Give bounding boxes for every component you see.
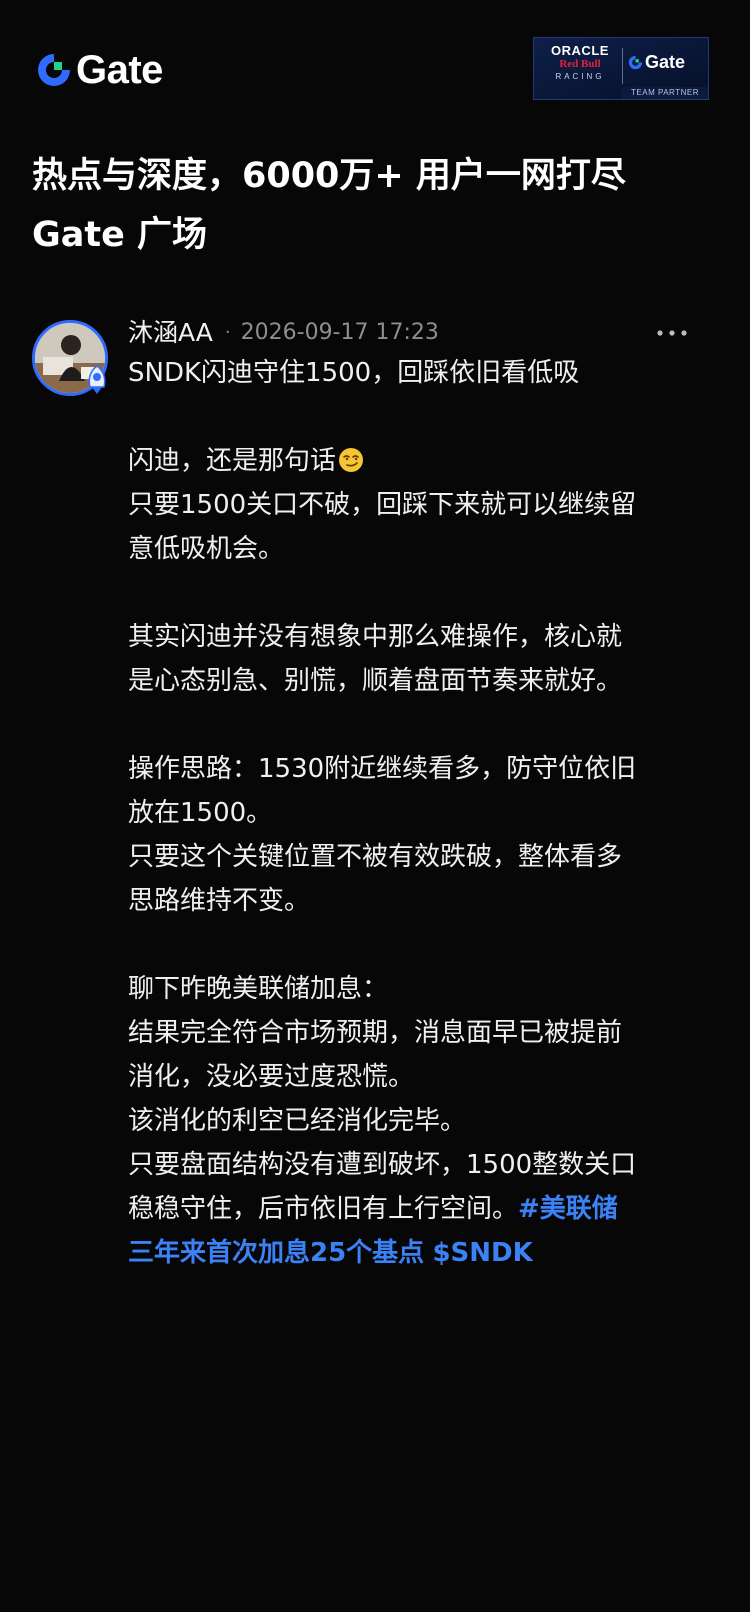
- post-body: SNDK闪迪守住1500，回踩依旧看低吸 闪迪，还是那句话 只要1500关口不破…: [128, 351, 728, 1275]
- post-blank-line: [128, 703, 728, 747]
- headline-line-2: Gate 广场: [32, 215, 208, 255]
- badge-gate-text: Gate: [645, 52, 686, 72]
- gate-logo-text: Gate: [76, 48, 163, 92]
- post-line: 聊下昨晚美联储加息：: [128, 974, 389, 1004]
- post-line: 闪迪，还是那句话: [128, 439, 728, 483]
- post-line: 其实闪迪并没有想象中那么难操作，核心就: [128, 622, 623, 652]
- post-line-text: 闪迪，还是那句话: [128, 446, 337, 476]
- more-horizontal-icon: [657, 330, 687, 336]
- headline-line-1: 热点与深度，6000万+ 用户一网打尽: [32, 156, 626, 196]
- post-line: 意低吸机会。: [128, 534, 285, 564]
- post-line: 稳稳守住，后市依旧有上行空间。#美联储: [128, 1187, 728, 1231]
- more-options-button[interactable]: [652, 315, 692, 351]
- post-meta: 沐涵AA · 2026-09-17 17:23: [128, 315, 439, 351]
- post-blank-line: [128, 923, 728, 967]
- ticker-link[interactable]: $SNDK: [432, 1238, 532, 1268]
- post-line: 思路维持不变。: [128, 886, 311, 916]
- smirking-face-icon: [339, 448, 364, 472]
- meta-separator: ·: [224, 322, 231, 343]
- gate-logo[interactable]: Gate: [36, 48, 163, 92]
- author-name[interactable]: 沐涵AA: [128, 315, 213, 351]
- gate-logo-icon: [628, 55, 643, 69]
- post-line: 操作思路：1530附近继续看多，防守位依旧: [128, 754, 637, 784]
- post-blank-line: [128, 571, 728, 615]
- post-line-text: 稳稳守住，后市依旧有上行空间。: [128, 1194, 519, 1224]
- post-line: SNDK闪迪守住1500，回踩依旧看低吸: [128, 358, 580, 388]
- gate-logo-icon: [38, 54, 70, 86]
- redbull-wordmark: Red Bull: [559, 58, 601, 70]
- post-line: 三年来首次加息25个基点 $SNDK: [128, 1231, 728, 1275]
- hashtag-link[interactable]: #美联储: [518, 1194, 618, 1224]
- post-line: 消化，没必要过度恐慌。: [128, 1062, 415, 1092]
- oracle-wordmark: ORACLE: [551, 43, 609, 58]
- team-partner-label: TEAM PARTNER: [622, 87, 708, 99]
- post-line: 该消化的利空已经消化完毕。: [128, 1106, 467, 1136]
- rocket-badge-icon: [88, 365, 106, 394]
- post-blank-line: [128, 395, 728, 439]
- oracle-redbull-racing-logo: ORACLE Red Bull RACING: [542, 44, 618, 83]
- racing-wordmark: RACING: [555, 72, 605, 81]
- post-timestamp: 2026-09-17 17:23: [240, 320, 439, 345]
- post-line: 结果完全符合市场预期，消息面早已被提前: [128, 1018, 623, 1048]
- post-line: 只要盘面结构没有遭到破坏，1500整数关口: [128, 1150, 637, 1180]
- post-line: 放在1500。: [128, 798, 273, 828]
- team-partner-badge: ORACLE Red Bull RACING Gate TEAM PARTNER: [533, 37, 709, 100]
- post-line: 是心态别急、别慌，顺着盘面节奏来就好。: [128, 666, 623, 696]
- badge-divider: [622, 48, 623, 84]
- hashtag-link-continued[interactable]: 三年来首次加息25个基点: [128, 1238, 424, 1268]
- badge-gate-logo: Gate: [628, 52, 685, 72]
- page-headline: 热点与深度，6000万+ 用户一网打尽 Gate 广场: [32, 147, 722, 265]
- app-header: Gate ORACLE Red Bull RACING Gate TEAM PA…: [0, 0, 750, 140]
- post-line: 只要1500关口不破，回踩下来就可以继续留: [128, 490, 637, 520]
- post-line: 只要这个关键位置不被有效跌破，整体看多: [128, 842, 623, 872]
